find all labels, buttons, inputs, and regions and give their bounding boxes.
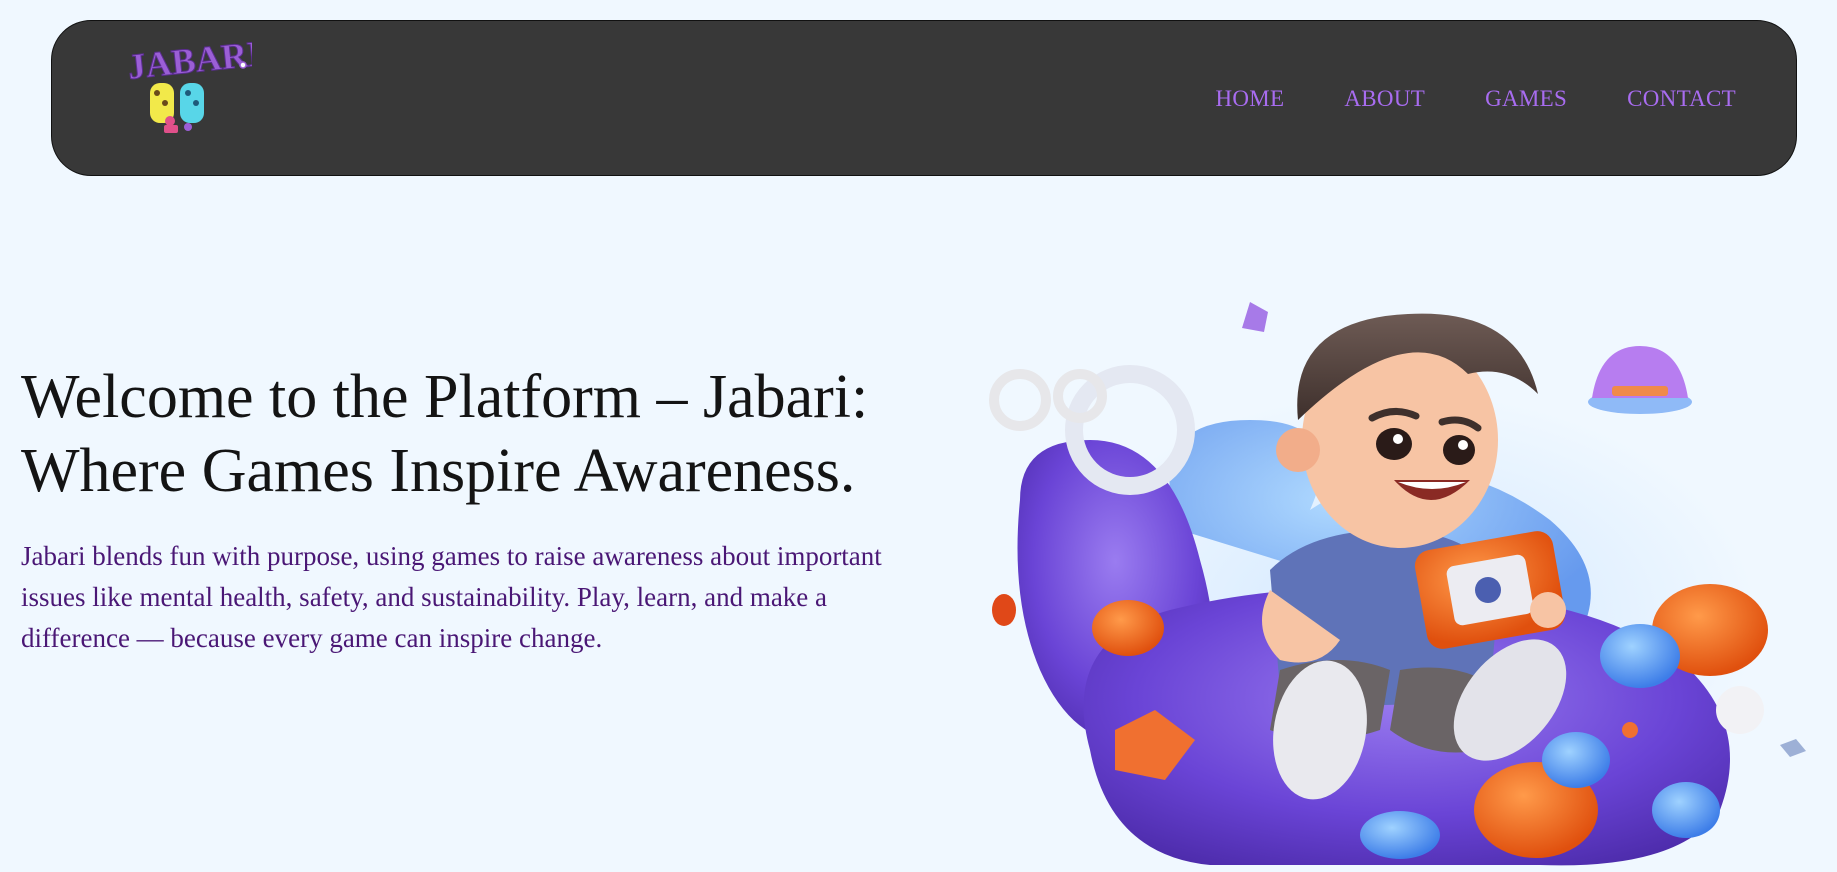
hero-title-line2: Where Games Inspire Awareness. (21, 437, 856, 505)
nav-home-link[interactable]: HOME (1215, 86, 1284, 112)
navbar: JABARI HOME ABOUT GAMES CONTACT (51, 20, 1797, 176)
main-nav: HOME ABOUT GAMES CONTACT (1215, 21, 1736, 177)
hero-description: Jabari blends fun with purpose, using ga… (21, 541, 882, 653)
logo-wordmark: JABARI (126, 37, 252, 87)
hero-title: Welcome to the Platform – Jabari: Where … (21, 360, 921, 508)
hero-illustration (980, 290, 1817, 867)
hero-title-line1: Welcome to the Platform – Jabari: (21, 363, 869, 431)
nav-games-link[interactable]: GAMES (1485, 86, 1567, 112)
nav-contact-link[interactable]: CONTACT (1627, 86, 1736, 112)
jabari-logo[interactable]: JABARI (125, 33, 264, 139)
nav-about-link[interactable]: ABOUT (1344, 86, 1425, 112)
